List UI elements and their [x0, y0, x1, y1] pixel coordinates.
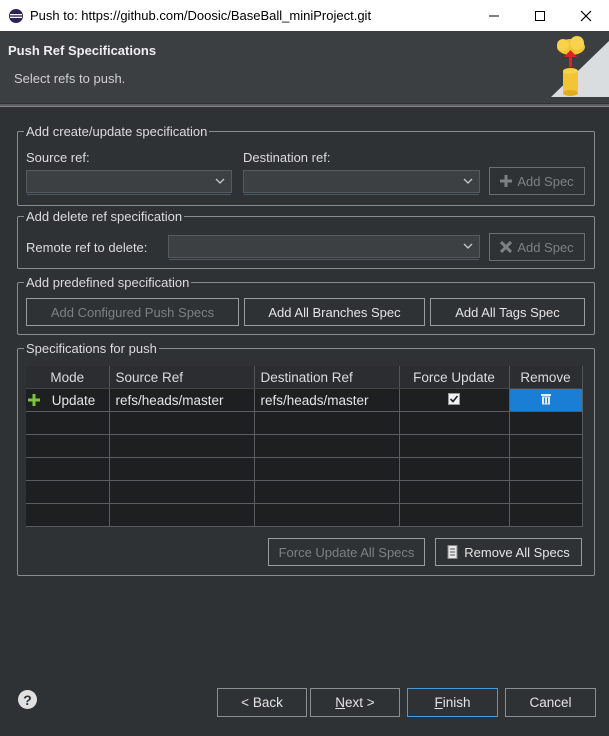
minimize-button[interactable] [471, 0, 517, 31]
source-ref-cell[interactable]: refs/heads/master [109, 388, 255, 412]
push-banner-icon [551, 36, 609, 97]
remove-all-specs-label: Remove All Specs [464, 544, 570, 560]
eclipse-icon [9, 8, 23, 23]
table-row [26, 434, 583, 458]
table-row [26, 480, 583, 504]
table-header-row: Mode Source Ref Destination Ref Force Up… [26, 366, 583, 389]
col-source-ref[interactable]: Source Ref [109, 366, 255, 389]
chevron-down-icon [463, 178, 473, 184]
source-ref-combo[interactable] [26, 170, 232, 195]
close-icon [580, 10, 592, 21]
back-button[interactable]: < Back [217, 688, 307, 717]
add-create-spec-button[interactable]: Add Spec [489, 167, 585, 195]
remote-ref-combo[interactable] [168, 235, 480, 260]
close-button[interactable] [563, 0, 609, 31]
window-title: Push to: https://github.com/Doosic/BaseB… [30, 8, 372, 23]
add-all-branches-spec-button[interactable]: Add All Branches Spec [244, 298, 425, 326]
window-title-bar: Push to: https://github.com/Doosic/BaseB… [0, 0, 609, 31]
add-spec-label: Add Spec [517, 173, 574, 189]
maximize-button[interactable] [517, 0, 563, 31]
add-plus-icon [28, 393, 40, 406]
create-update-legend: Add create/update specification [26, 124, 208, 139]
mode-value: Update [51, 392, 96, 408]
table-row [26, 503, 583, 527]
chevron-down-icon [463, 243, 473, 249]
page-subtitle: Select refs to push. [14, 71, 126, 86]
trash-icon[interactable] [540, 393, 552, 405]
add-configured-push-specs-button[interactable]: Add Configured Push Specs [26, 298, 239, 326]
remove-all-specs-button[interactable]: Remove All Specs [435, 538, 582, 566]
remove-cell[interactable] [509, 388, 583, 412]
col-remove[interactable]: Remove [509, 366, 583, 389]
combo-underline [244, 194, 479, 195]
help-icon[interactable]: ? [18, 690, 37, 709]
add-spec-label: Add Spec [517, 239, 574, 255]
force-update-checkbox[interactable] [448, 392, 460, 405]
combo-underline [27, 194, 231, 195]
table-row [26, 457, 583, 481]
page-title: Push Ref Specifications [8, 43, 157, 58]
minimize-icon [489, 15, 499, 16]
col-force-update[interactable]: Force Update [399, 366, 510, 389]
specifications-legend: Specifications for push [26, 341, 157, 356]
delete-ref-legend: Add delete ref specification [26, 209, 183, 224]
delete-x-icon [500, 241, 513, 253]
dest-ref-combo[interactable] [243, 170, 480, 195]
mode-cell[interactable]: Update [26, 388, 110, 412]
table-row[interactable]: Update refs/heads/master refs/heads/mast… [26, 388, 583, 412]
predefined-legend: Add predefined specification [26, 275, 190, 290]
header-separator [0, 104, 609, 107]
force-update-all-specs-button[interactable]: Force Update All Specs [268, 538, 425, 566]
chevron-down-icon [215, 178, 225, 184]
remote-ref-label: Remote ref to delete: [26, 240, 148, 255]
wizard-header: Push Ref Specifications Select refs to p… [0, 31, 609, 103]
plus-icon [500, 175, 513, 187]
push-specs-table: Mode Source Ref Destination Ref Force Up… [26, 366, 583, 527]
col-destination-ref[interactable]: Destination Ref [254, 366, 400, 389]
next-button[interactable]: Next > [310, 688, 400, 717]
maximize-icon [535, 10, 545, 21]
finish-button[interactable]: Finish [407, 688, 498, 717]
dest-ref-label: Destination ref: [243, 150, 331, 165]
add-all-tags-spec-button[interactable]: Add All Tags Spec [430, 298, 585, 326]
dest-ref-cell[interactable]: refs/heads/master [254, 388, 400, 412]
force-update-cell[interactable] [399, 388, 510, 412]
combo-underline [169, 259, 479, 260]
cancel-button[interactable]: Cancel [505, 688, 596, 717]
document-remove-icon [447, 545, 458, 559]
add-delete-spec-button[interactable]: Add Spec [489, 233, 585, 261]
col-mode[interactable]: Mode [26, 366, 110, 389]
source-ref-label: Source ref: [26, 150, 90, 165]
table-row [26, 411, 583, 435]
